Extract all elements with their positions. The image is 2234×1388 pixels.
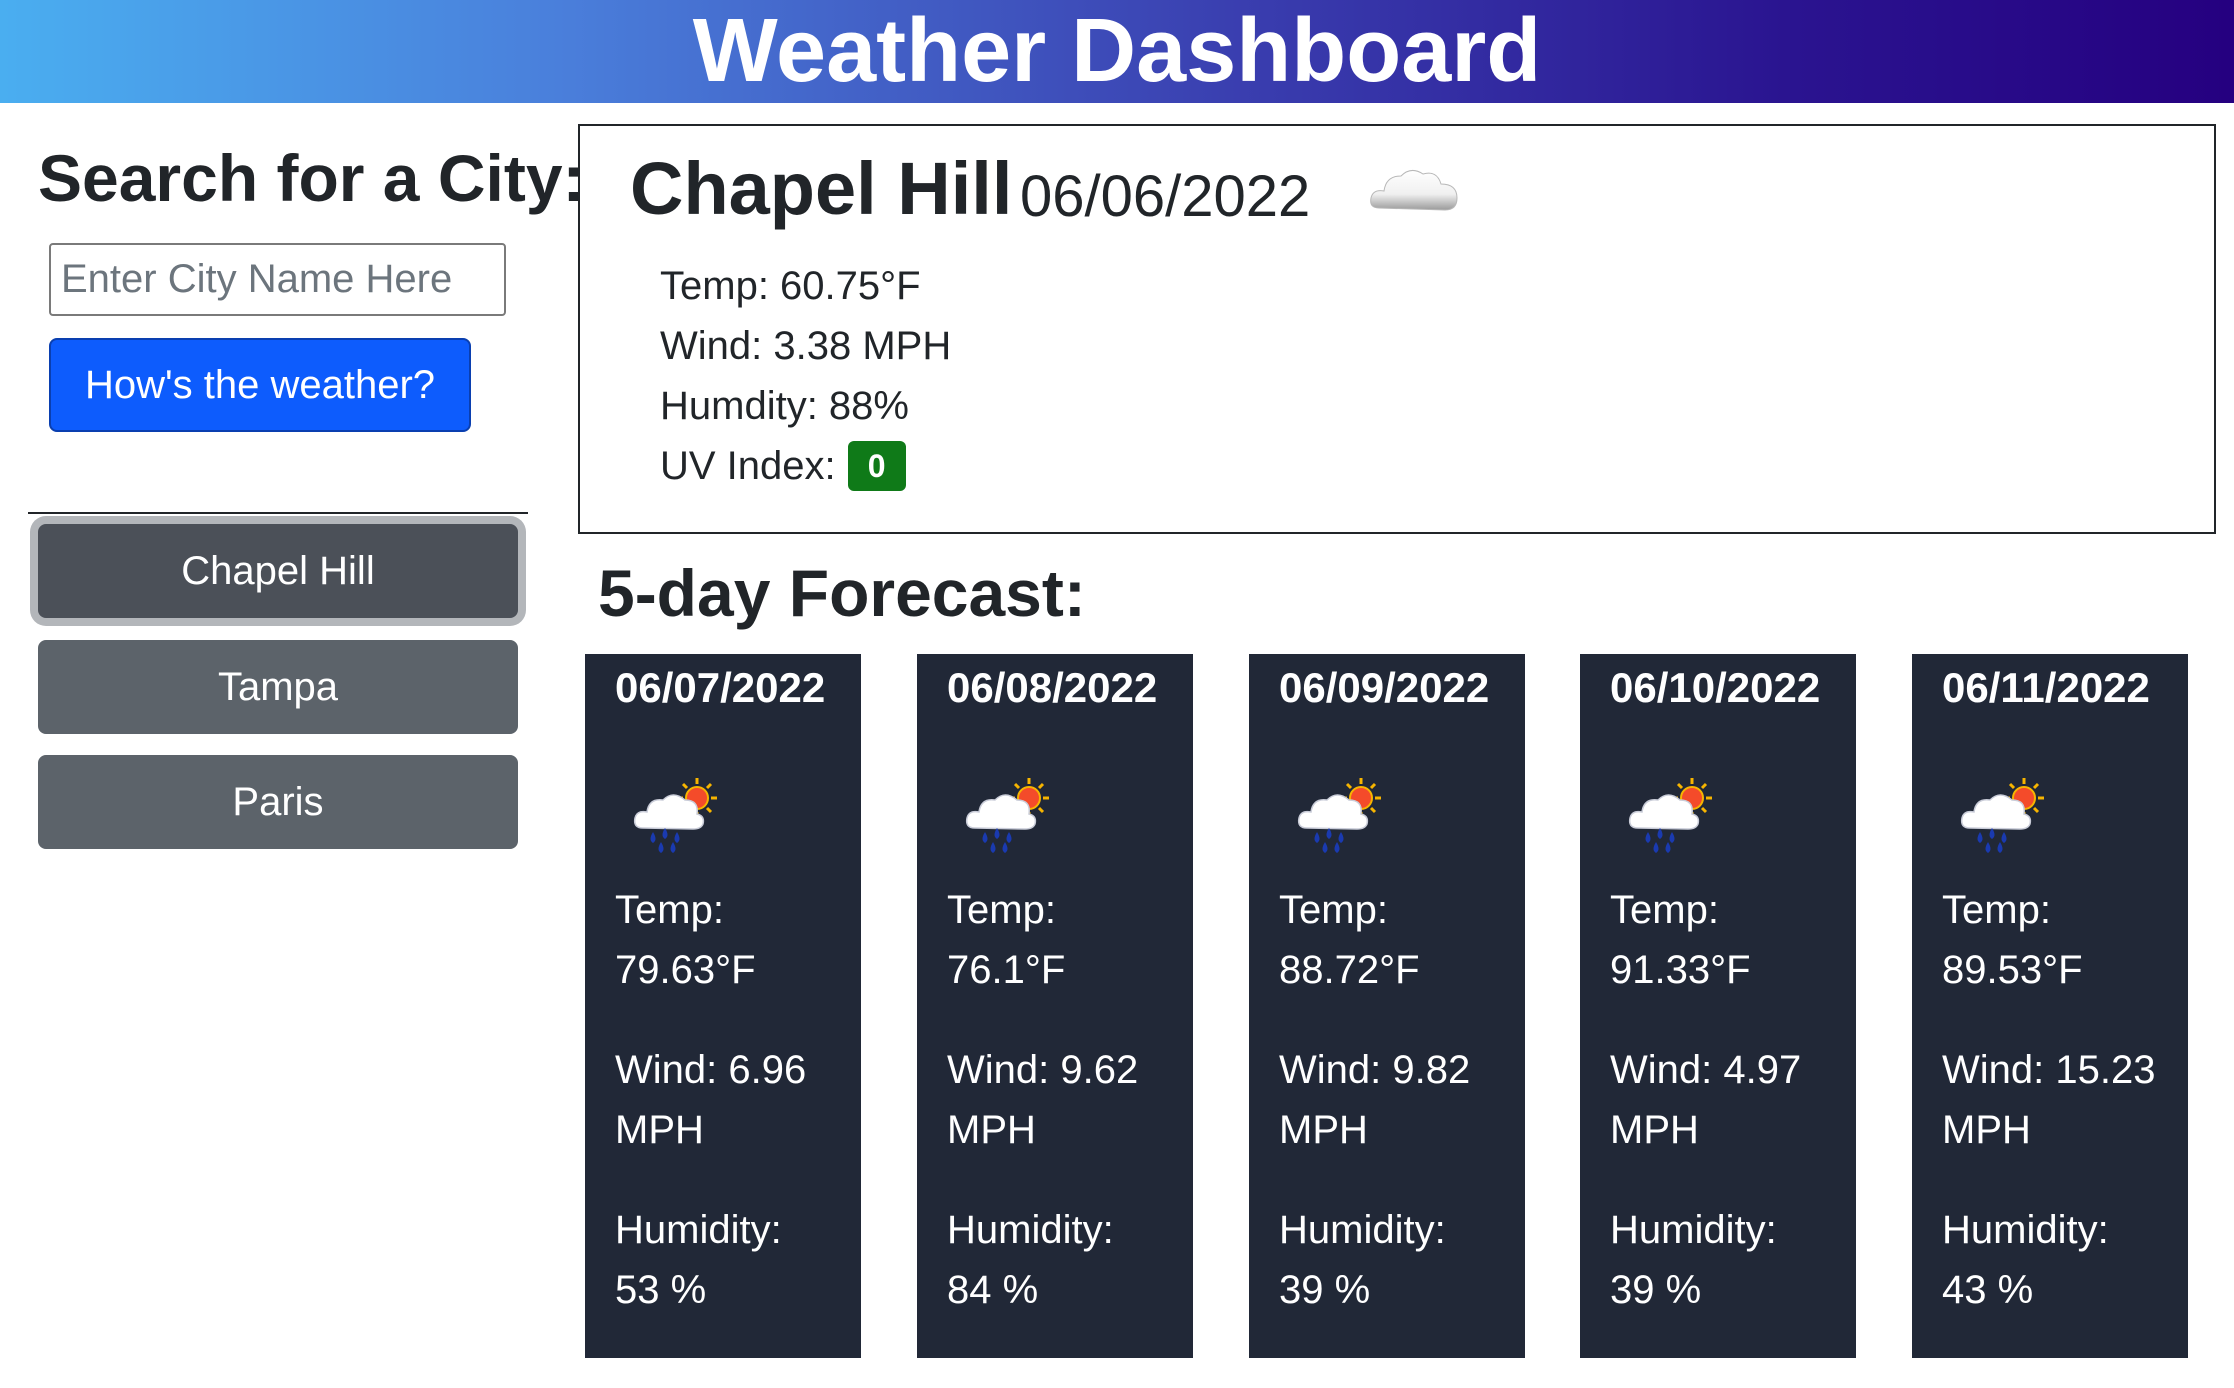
forecast-details: Temp: 79.63°F Wind: 6.96 MPH Humidity: 53 … <box>615 880 865 1360</box>
forecast-date: 06/10/2022 <box>1610 664 1821 711</box>
forecast-card: 06/11/2022 Temp: 89.53°F Wind: 15.23 MPH … <box>1912 654 2188 1358</box>
forecast-humidity: 84 % <box>947 1268 1039 1312</box>
history-city-button[interactable]: Paris <box>38 755 518 849</box>
forecast-humidity: 39 % <box>1610 1268 1702 1312</box>
forecast-humidity-label: Humidity: <box>1279 1208 1446 1252</box>
forecast-temp: 89.53°F <box>1942 948 2083 992</box>
city-search-input[interactable] <box>49 243 506 316</box>
current-conditions: Temp: 60.75°F Wind: 3.38 MPH Humdity: 88… <box>660 256 951 496</box>
page-title: Weather Dashboard <box>692 1 1542 101</box>
forecast-wind: Wind: 6.96 MPH <box>615 1048 807 1152</box>
forecast-details: Temp: 89.53°F Wind: 15.23 MPH Humidity: 43… <box>1942 880 2192 1360</box>
forecast-humidity-label: Humidity: <box>947 1208 1114 1252</box>
forecast-date: 06/07/2022 <box>615 664 826 711</box>
current-weather-card: Chapel Hill 06/06/2022 Temp: 60.75°F Win… <box>578 124 2216 534</box>
forecast-humidity: 53 % <box>615 1268 707 1312</box>
rain-sun-icon <box>1297 778 1381 853</box>
rain-sun-icon <box>633 778 717 853</box>
current-city-name: Chapel Hill <box>630 147 1013 230</box>
forecast-card: 06/08/2022 Temp: 76.1°F Wind: 9.62 MPH Hu… <box>917 654 1193 1358</box>
forecast-humidity: 43 % <box>1942 1268 2034 1312</box>
forecast-temp-label: Temp: <box>1942 888 2051 932</box>
forecast-card: 06/07/2022 Temp: 79.63°F Wind: 6.96 MPH H… <box>585 654 861 1358</box>
forecast-temp: 79.63°F <box>615 948 756 992</box>
current-temp: Temp: 60.75°F <box>660 264 921 308</box>
forecast-humidity-label: Humidity: <box>1942 1208 2109 1252</box>
forecast-card: 06/10/2022 Temp: 91.33°F Wind: 4.97 MPH H… <box>1580 654 1856 1358</box>
sidebar-divider <box>28 512 528 514</box>
forecast-temp-label: Temp: <box>1279 888 1388 932</box>
forecast-details: Temp: 91.33°F Wind: 4.97 MPH Humidity: 39 … <box>1610 880 1860 1360</box>
forecast-humidity-label: Humidity: <box>615 1208 782 1252</box>
search-title: Search for a City: <box>38 141 585 215</box>
history-city-button[interactable]: Tampa <box>38 640 518 734</box>
rain-sun-icon <box>965 778 1049 853</box>
forecast-temp: 88.72°F <box>1279 948 1420 992</box>
forecast-temp: 91.33°F <box>1610 948 1751 992</box>
current-wind: Wind: 3.38 MPH <box>660 324 952 368</box>
forecast-temp: 76.1°F <box>947 948 1066 992</box>
forecast-date: 06/09/2022 <box>1279 664 1490 711</box>
forecast-details: Temp: 76.1°F Wind: 9.62 MPH Humidity: 84 % <box>947 880 1197 1360</box>
current-uv-row: UV Index: 0 <box>660 436 951 496</box>
forecast-temp-label: Temp: <box>615 888 724 932</box>
forecast-wind: Wind: 15.23 MPH <box>1942 1048 2156 1152</box>
forecast-temp-label: Temp: <box>947 888 1056 932</box>
uv-label: UV Index: <box>660 444 836 488</box>
forecast-card: 06/09/2022 Temp: 88.72°F Wind: 9.82 MPH H… <box>1249 654 1525 1358</box>
rain-sun-icon <box>1628 778 1712 853</box>
forecast-details: Temp: 88.72°F Wind: 9.82 MPH Humidity: 39 … <box>1279 880 1529 1360</box>
rain-sun-icon <box>1960 778 2044 853</box>
uv-badge: 0 <box>847 441 906 491</box>
search-button[interactable]: How's the weather? <box>49 338 471 432</box>
forecast-humidity-label: Humidity: <box>1610 1208 1777 1252</box>
forecast-wind: Wind: 9.62 MPH <box>947 1048 1139 1152</box>
forecast-humidity: 39 % <box>1279 1268 1371 1312</box>
history-city-button[interactable]: Chapel Hill <box>38 524 518 618</box>
forecast-date: 06/11/2022 <box>1942 664 2150 711</box>
forecast-temp-label: Temp: <box>1610 888 1719 932</box>
current-date: 06/06/2022 <box>1020 164 1311 229</box>
forecast-title: 5-day Forecast: <box>598 556 1086 630</box>
current-humidity: Humdity: 88% <box>660 384 909 428</box>
forecast-wind: Wind: 9.82 MPH <box>1279 1048 1471 1152</box>
page-header: Weather Dashboard <box>0 0 2234 103</box>
cloud-icon <box>1370 170 1458 211</box>
forecast-date: 06/08/2022 <box>947 664 1158 711</box>
forecast-wind: Wind: 4.97 MPH <box>1610 1048 1802 1152</box>
